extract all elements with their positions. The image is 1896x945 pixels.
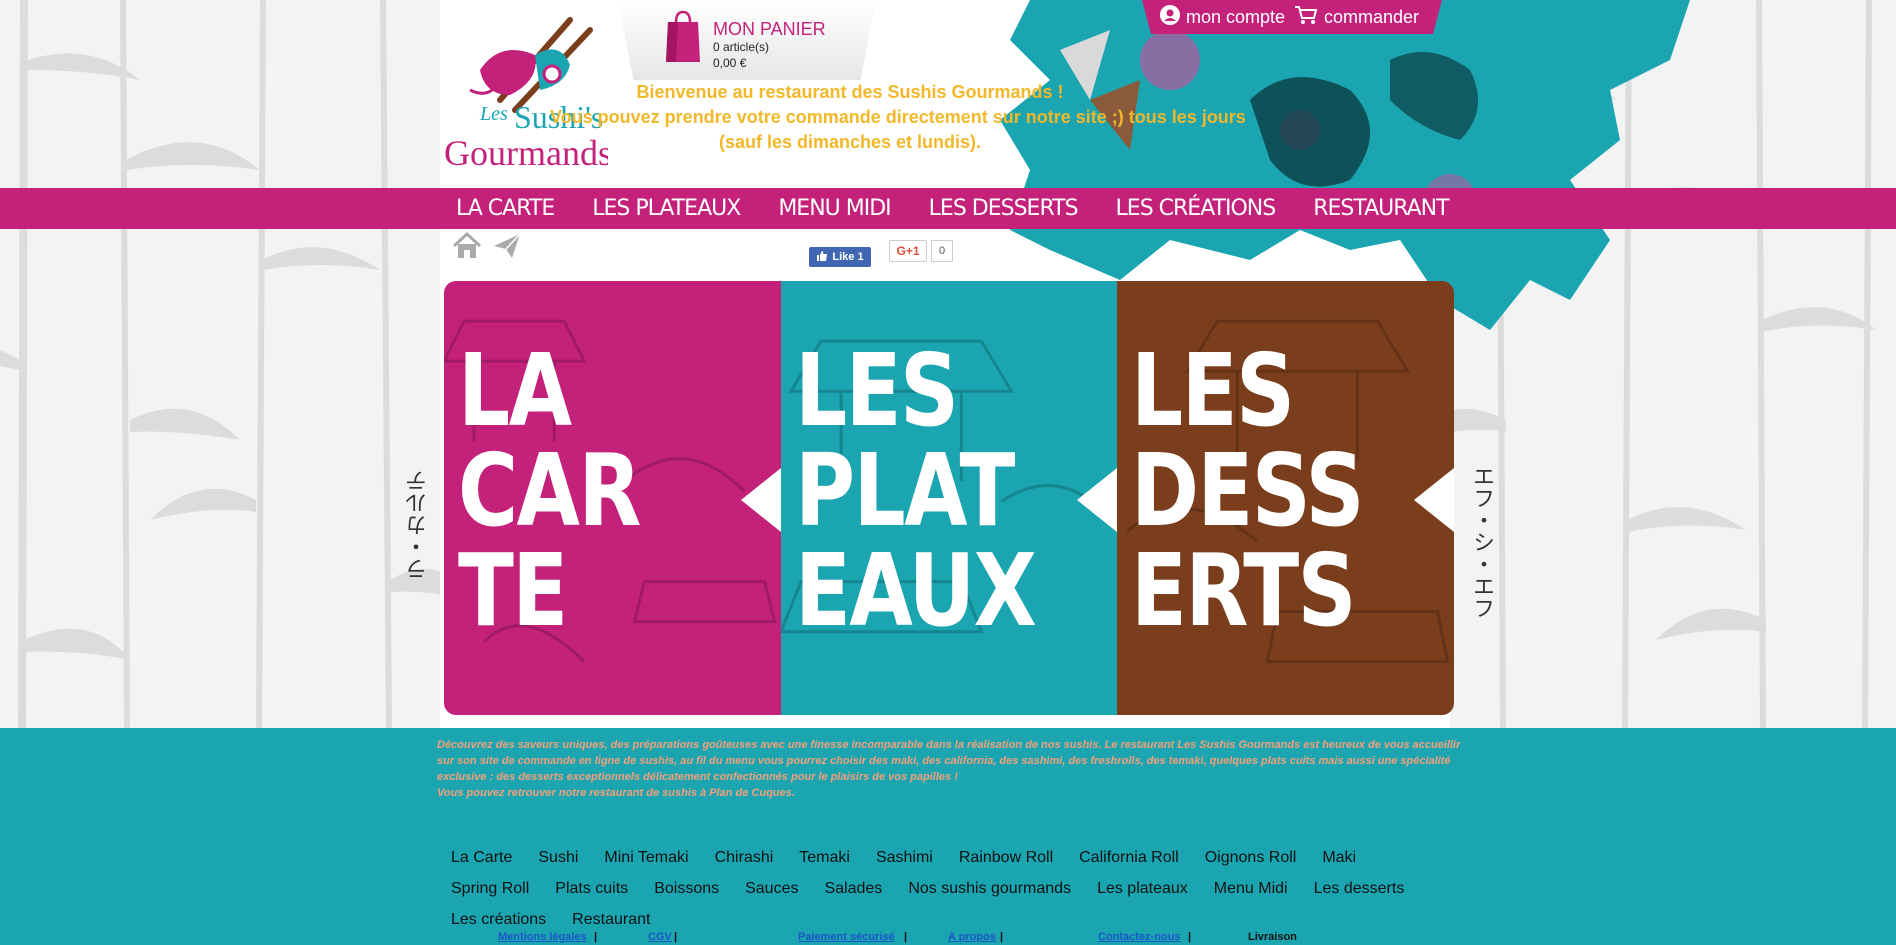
nav-item-les-plateaux[interactable]: Les Plateaux [592,188,741,229]
arrow-left-icon [740,468,781,532]
category-banner: LA CAR TE LES PLAT EAUX LES DESS ERTS [444,281,1454,715]
banner-line: PLAT [794,432,1015,549]
site-logo[interactable]: Les Sushi's Gourmands [440,10,612,180]
mentions-legales-link[interactable]: Mentions légales [498,931,587,943]
footer-link[interactable]: Sushi [538,842,578,873]
cgv-link[interactable]: CGV [648,931,672,943]
legal-separator: | [904,931,908,943]
legal-separator: | [674,931,678,943]
banner-line: TE [458,532,568,649]
footer-menu-links: La Carte Sushi Mini Temaki Chirashi Tema… [440,842,1450,935]
footer-link[interactable]: La Carte [451,842,512,873]
cart-item-count: 0 article(s) [713,40,770,54]
footer-link[interactable]: Oignons Roll [1205,842,1297,873]
footer-link[interactable]: Menu Midi [1214,873,1288,904]
bamboo-background-left [0,0,460,728]
footer-link[interactable]: Temaki [799,842,850,873]
banner-panel-les-desserts[interactable]: LES DESS ERTS [1117,281,1454,715]
welcome-line-1: Bienvenue au restaurant des Sushis Gourm… [636,82,1064,102]
cart-icon [1294,5,1318,30]
cart-title: MON PANIER [713,19,826,39]
legal-separator: | [1188,931,1192,943]
my-account-link[interactable]: mon compte [1160,5,1285,30]
home-icon[interactable] [452,231,482,260]
user-icon [1160,5,1180,30]
footer-link[interactable]: Chirashi [715,842,774,873]
welcome-message: Bienvenue au restaurant des Sushis Gourm… [550,80,1246,155]
cart-widget[interactable]: MON PANIER 0 article(s) 0,00 € [618,0,876,80]
banner-line: ERTS [1131,532,1357,649]
nav-item-la-carte[interactable]: La Carte [456,188,555,229]
svg-text:Les: Les [479,103,508,125]
paiement-securise-link[interactable]: Paiement sécurisé [798,931,895,943]
footer-link[interactable]: Sauces [745,873,798,904]
banner-line: EAUX [794,532,1037,649]
footer-intro-location: Vous pouvez retrouver notre restaurant d… [437,787,795,799]
banner-line: CAR [458,432,642,549]
footer-link[interactable]: Boissons [654,873,719,904]
paper-plane-icon[interactable] [492,232,522,260]
footer-link[interactable]: Les plateaux [1097,873,1188,904]
footer-intro-text: Découvrez des saveurs uniques, des prépa… [437,739,1461,783]
google-plus-button[interactable]: G+1 [889,240,927,262]
legal-separator: | [1000,931,1004,943]
banner-line: DESS [1131,432,1365,549]
banner-text-les-desserts: LES DESS ERTS [1131,332,1365,649]
footer: Découvrez des saveurs uniques, des prépa… [0,728,1896,945]
footer-link[interactable]: Rainbow Roll [959,842,1053,873]
account-bar: mon compte commander [1142,0,1442,34]
footer-link[interactable]: Mini Temaki [604,842,688,873]
contact-link[interactable]: Contactez-nous [1098,931,1181,943]
nav-item-restaurant[interactable]: Restaurant [1313,188,1449,229]
footer-link[interactable]: Nos sushis gourmands [908,873,1071,904]
livraison-link[interactable]: Livraison [1248,931,1297,943]
shopping-bag-icon [664,8,702,64]
facebook-like-label: Like 1 [832,251,864,263]
welcome-line-2: Vous pouvez prendre votre commande direc… [550,107,1246,127]
main-navigation: La Carte Les Plateaux Menu Midi Les Dess… [0,188,1896,229]
banner-line: LES [1131,332,1295,449]
footer-link[interactable]: Spring Roll [451,873,529,904]
footer-intro: Découvrez des saveurs uniques, des prépa… [437,737,1461,801]
google-plus-count: 0 [931,240,953,262]
arrow-left-icon [1414,468,1454,532]
svg-text:Gourmands: Gourmands [444,133,608,173]
thumbs-up-icon [816,250,828,265]
facebook-like-button[interactable]: Like 1 [809,247,871,267]
banner-line: LES [794,332,959,449]
banner-panel-la-carte[interactable]: LA CAR TE [444,281,781,715]
nav-item-les-creations[interactable]: Les Créations [1116,188,1277,229]
order-link[interactable]: commander [1294,5,1419,30]
nav-item-les-desserts[interactable]: Les Desserts [929,188,1079,229]
banner-panel-les-plateaux[interactable]: LES PLAT EAUX [780,281,1118,715]
side-text-left: ラ・カルテ [405,470,430,580]
a-propos-link[interactable]: A propos [948,931,996,943]
welcome-line-3: (sauf les dimanches et lundis). [718,132,982,152]
footer-link[interactable]: Salades [824,873,882,904]
banner-text-les-plateaux: LES PLAT EAUX [794,332,1037,649]
nav-item-menu-midi[interactable]: Menu Midi [778,188,891,229]
quick-icons [452,231,522,260]
cart-total: 0,00 € [713,56,747,70]
footer-link[interactable]: California Roll [1079,842,1179,873]
footer-link[interactable]: Maki [1322,842,1356,873]
legal-separator: | [594,931,598,943]
side-text-right: エフ・シ・エフ [1470,465,1495,619]
footer-link[interactable]: Les desserts [1314,873,1405,904]
footer-link[interactable]: Plats cuits [555,873,628,904]
arrow-left-icon [1077,468,1118,532]
order-label: commander [1324,7,1420,27]
banner-text-la-carte: LA CAR TE [458,332,642,649]
my-account-label: mon compte [1186,7,1286,27]
banner-line: LA [458,332,572,449]
footer-link[interactable]: Sashimi [876,842,933,873]
